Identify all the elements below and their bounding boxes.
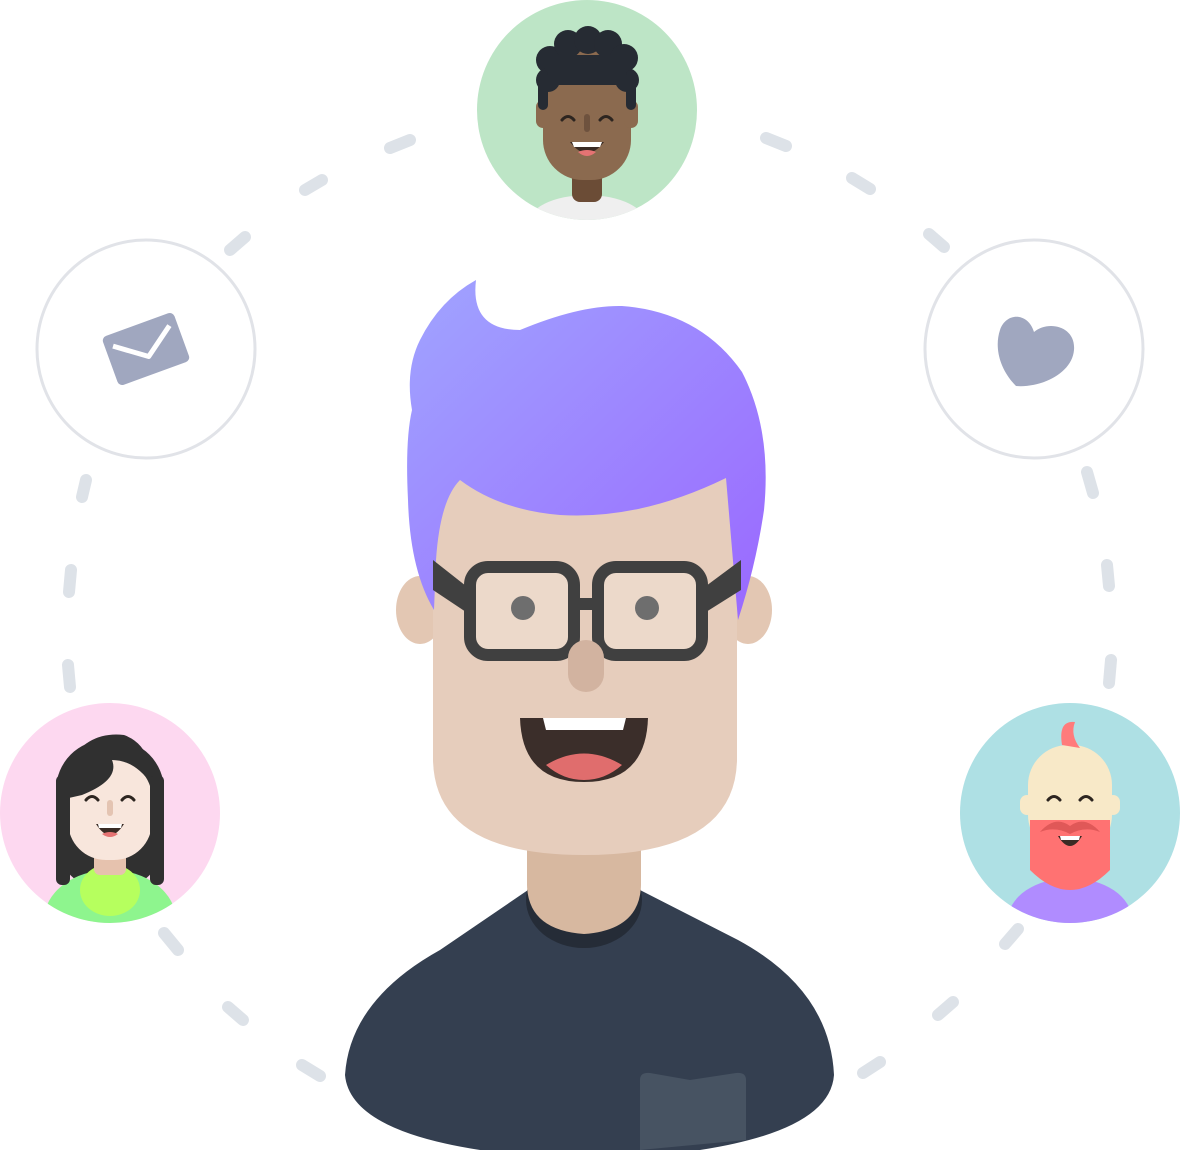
avatar-dark-hair-woman[interactable] xyxy=(0,703,220,970)
avatar-curly-hair-man[interactable] xyxy=(477,0,697,255)
central-shirt-pocket xyxy=(640,1072,746,1150)
heart-node[interactable] xyxy=(923,238,1145,460)
central-nose xyxy=(568,640,604,692)
network-illustration xyxy=(0,0,1180,1158)
avatar-bearded-man[interactable] xyxy=(960,703,1180,962)
illustration-canvas xyxy=(0,0,1180,1150)
mail-node[interactable] xyxy=(35,238,257,460)
central-avatar xyxy=(345,280,834,1150)
